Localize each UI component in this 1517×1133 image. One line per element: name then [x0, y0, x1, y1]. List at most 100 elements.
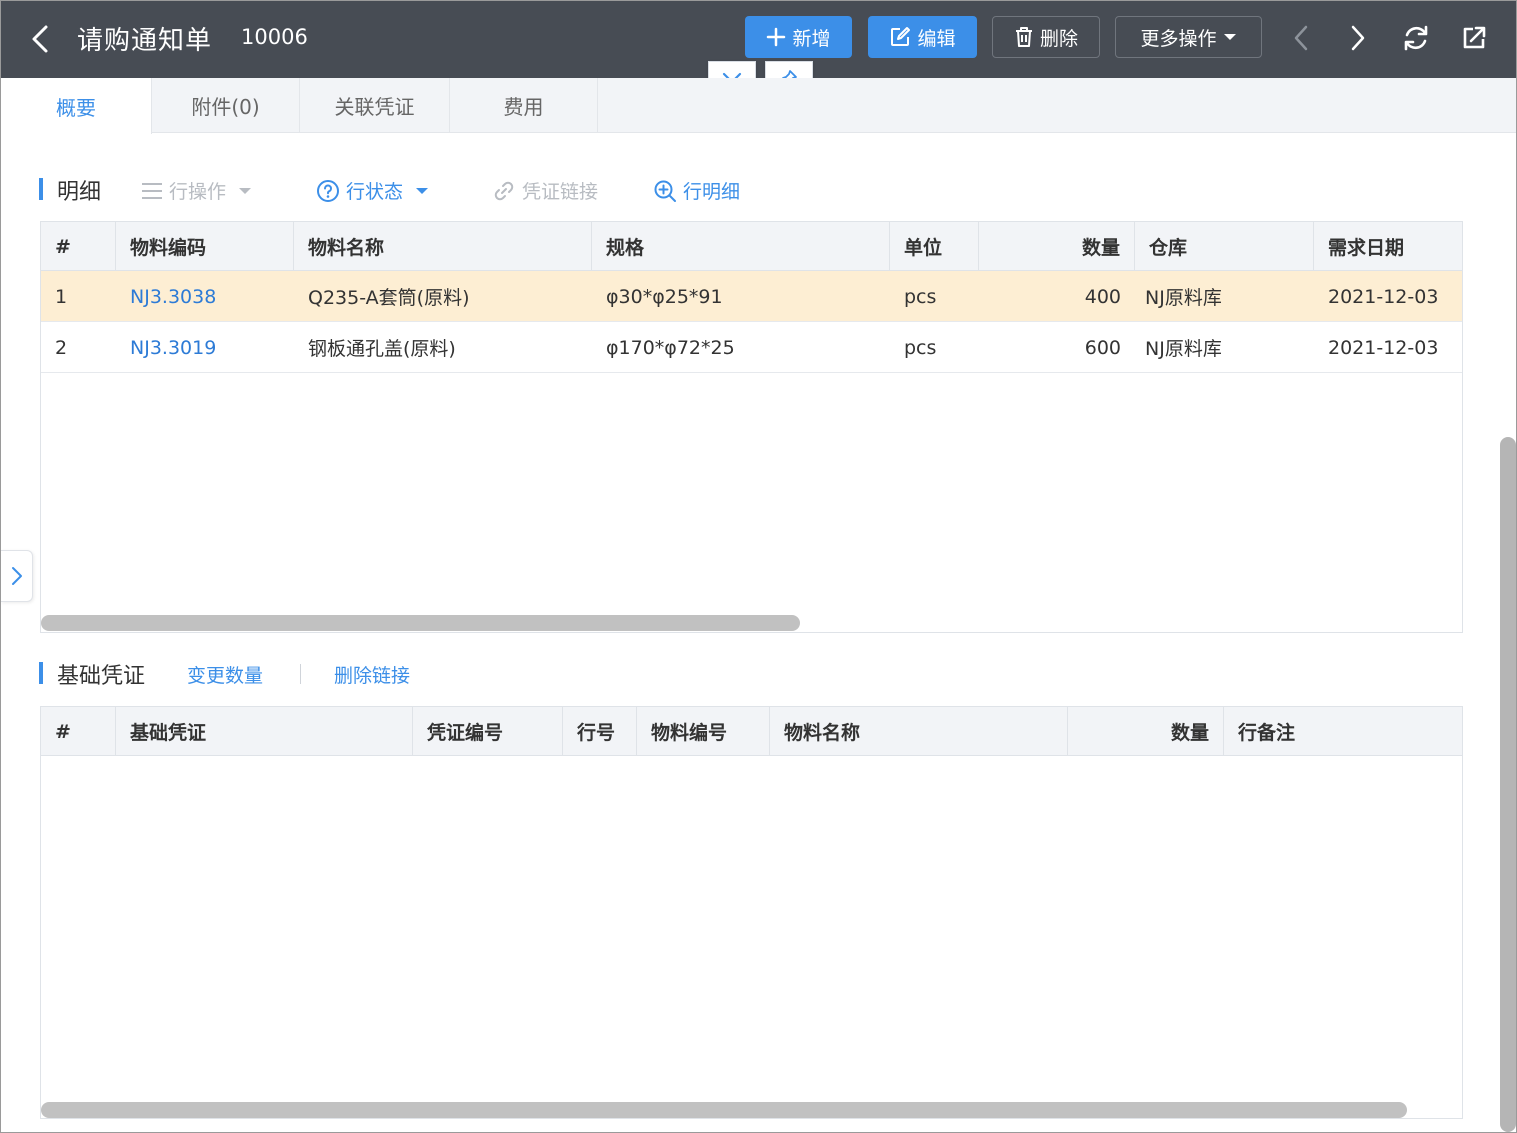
col-voucher-number[interactable]: 凭证编号 [413, 707, 563, 756]
chevron-left-icon [32, 25, 48, 53]
link-icon [494, 181, 514, 200]
change-quantity-label: 变更数量 [187, 665, 264, 687]
tab-linked-vouchers[interactable]: 关联凭证 [300, 78, 450, 133]
warehouse: NJ原料库 [1145, 338, 1222, 360]
zoom-in-icon [654, 180, 676, 202]
open-external-button[interactable] [1457, 21, 1491, 55]
spec: φ170*φ72*25 [606, 336, 735, 359]
row-status-dropdown[interactable]: 行状态 [316, 177, 429, 204]
required-date: 2021-12-03 [1328, 285, 1439, 308]
edit-icon [891, 27, 911, 46]
page-title: 请购通知单 [77, 26, 213, 56]
external-link-icon [1463, 26, 1486, 49]
edit-button[interactable]: 编辑 [868, 16, 977, 58]
caret-down-icon [1223, 34, 1236, 40]
material-code-link[interactable]: NJ3.3019 [116, 322, 294, 373]
row-index: 1 [55, 285, 68, 308]
col-base-voucher[interactable]: 基础凭证 [116, 707, 413, 756]
chevron-right-icon [11, 567, 22, 585]
material-name: 钢板通孔盖(原料) [308, 338, 456, 360]
table-row[interactable]: 1 NJ3.3038 Q235-A套筒(原料) φ30*φ25*91 pcs 4… [41, 271, 1462, 322]
col-quantity[interactable]: 数量 [979, 222, 1135, 271]
chevron-right-icon [1351, 25, 1365, 51]
add-button[interactable]: 新增 [745, 16, 852, 58]
quantity: 600 [1084, 336, 1121, 359]
row-status-label: 行状态 [346, 181, 404, 203]
base-voucher-table-header: # 基础凭证 凭证编号 行号 物料编号 物料名称 数量 行备注 [41, 707, 1462, 756]
detail-table-header: # 物料编码 物料名称 规格 单位 数量 仓库 需求日期 [41, 222, 1462, 271]
material-code-link[interactable]: NJ3.3038 [116, 271, 294, 322]
delete-link-label: 删除链接 [334, 665, 411, 687]
unit: pcs [904, 285, 937, 308]
col-line-remark[interactable]: 行备注 [1224, 707, 1462, 756]
more-actions-dropdown[interactable]: 更多操作 [1115, 16, 1262, 58]
unit: pcs [904, 336, 937, 359]
base-voucher-table: # 基础凭证 凭证编号 行号 物料编号 物料名称 数量 行备注 [40, 706, 1463, 1119]
material-name: Q235-A套筒(原料) [308, 287, 470, 309]
back-button[interactable] [25, 21, 55, 57]
detail-table: # 物料编码 物料名称 规格 单位 数量 仓库 需求日期 1 NJ3.3038 … [40, 221, 1463, 633]
row-detail-button[interactable]: 行明细 [653, 177, 740, 204]
app-window: 请购通知单 10006 新增 编辑 删除 更多操作 概要 附件(0) 关联凭证 … [0, 0, 1517, 1133]
refresh-button[interactable] [1399, 21, 1433, 55]
tab-attachments[interactable]: 附件(0) [152, 78, 300, 133]
delete-button[interactable]: 删除 [992, 16, 1100, 58]
tab-overview-label: 概要 [56, 95, 96, 120]
col-warehouse[interactable]: 仓库 [1135, 222, 1314, 271]
delete-link-button[interactable]: 删除链接 [334, 661, 410, 688]
table-row[interactable]: 2 NJ3.3019 钢板通孔盖(原料) φ170*φ72*25 pcs 600… [41, 322, 1462, 373]
caret-down-icon [239, 187, 252, 194]
tab-attachments-label: 附件(0) [191, 95, 260, 119]
col-index[interactable]: # [41, 707, 116, 756]
document-number: 10006 [241, 25, 308, 49]
base-section-marker [39, 662, 43, 684]
tab-bar: 概要 附件(0) 关联凭证 费用 [1, 78, 1516, 134]
tab-fees-label: 费用 [503, 95, 544, 119]
previous-record-button[interactable] [1284, 21, 1318, 55]
top-header: 请购通知单 10006 新增 编辑 删除 更多操作 [1, 1, 1516, 78]
refresh-icon [1404, 25, 1428, 51]
trash-icon [1015, 27, 1032, 47]
row-detail-label: 行明细 [683, 181, 741, 203]
row-operations-dropdown[interactable]: 行操作 [141, 177, 252, 204]
detail-section-title: 明细 [57, 180, 102, 205]
next-record-button[interactable] [1341, 21, 1375, 55]
col-spec[interactable]: 规格 [592, 222, 890, 271]
plus-icon [767, 27, 786, 47]
detail-section-marker [39, 178, 43, 200]
caret-down-icon [416, 187, 429, 194]
required-date: 2021-12-03 [1328, 336, 1439, 359]
row-index: 2 [55, 336, 68, 359]
col-unit[interactable]: 单位 [890, 222, 979, 271]
tab-fees[interactable]: 费用 [450, 78, 598, 133]
warehouse: NJ原料库 [1145, 287, 1222, 309]
col-required-date[interactable]: 需求日期 [1314, 222, 1462, 271]
col-material-number[interactable]: 物料编号 [637, 707, 770, 756]
base-section-title: 基础凭证 [57, 664, 146, 689]
detail-table-horizontal-scrollbar[interactable] [41, 615, 800, 631]
row-operations-label: 行操作 [169, 181, 227, 203]
delete-button-label: 删除 [1039, 27, 1078, 50]
col-material-name[interactable]: 物料名称 [770, 707, 1068, 756]
page-vertical-scrollbar[interactable] [1500, 437, 1516, 1132]
spec: φ30*φ25*91 [606, 285, 723, 308]
side-panel-toggle[interactable] [1, 550, 33, 602]
quantity: 400 [1084, 285, 1121, 308]
menu-icon [142, 182, 162, 199]
help-circle-icon [317, 179, 339, 202]
tab-overview[interactable]: 概要 [1, 78, 152, 134]
col-line-number[interactable]: 行号 [563, 707, 637, 756]
tab-linked-vouchers-label: 关联凭证 [334, 95, 415, 119]
more-actions-label: 更多操作 [1140, 27, 1217, 50]
voucher-link-label: 凭证链接 [522, 181, 599, 203]
voucher-link-button[interactable]: 凭证链接 [492, 177, 598, 204]
col-material-code[interactable]: 物料编码 [116, 222, 294, 271]
add-button-label: 新增 [792, 27, 831, 50]
toolbar-divider [300, 664, 301, 684]
chevron-left-icon [1294, 25, 1308, 51]
col-index[interactable]: # [41, 222, 116, 271]
col-material-name[interactable]: 物料名称 [294, 222, 592, 271]
change-quantity-button[interactable]: 变更数量 [187, 661, 263, 688]
col-quantity[interactable]: 数量 [1068, 707, 1224, 756]
base-table-horizontal-scrollbar[interactable] [41, 1102, 1407, 1118]
